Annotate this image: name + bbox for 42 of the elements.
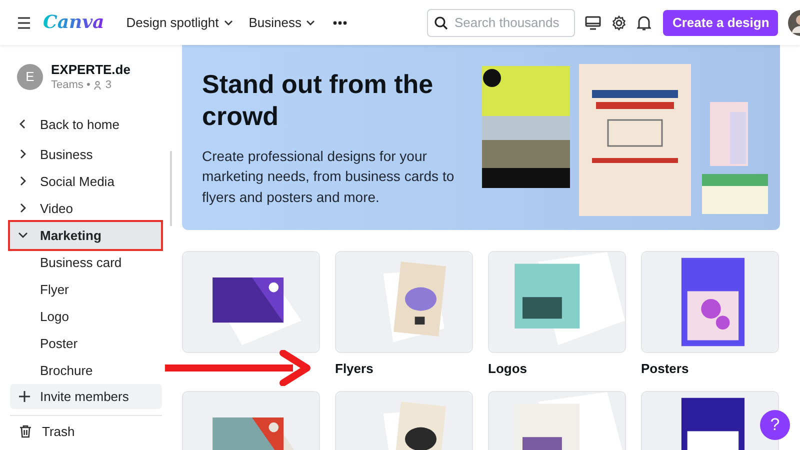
sidebar-item[interactable]: Logo (10, 303, 161, 330)
hero-text: Create professional designs for your marketing needs, from business cards to flyers and posters and more. (202, 146, 456, 207)
chevron-right-icon (18, 149, 28, 159)
sidebar-item[interactable]: Business (10, 141, 161, 168)
chevron-right-icon (18, 176, 28, 186)
invite-members-button[interactable]: Invite members (10, 384, 162, 409)
category-label[interactable]: Posters (641, 361, 779, 376)
sidebar-item[interactable]: Back to home (10, 111, 161, 138)
settings-icon[interactable] (611, 14, 628, 30)
chevron-down-icon (18, 230, 28, 240)
search-field[interactable]: Search thousands (427, 8, 576, 36)
monitor-icon[interactable] (585, 16, 602, 30)
search-icon (434, 16, 448, 30)
sidebar-item[interactable]: Social Media (10, 168, 161, 195)
chevron-right-icon (18, 203, 28, 213)
sidebar-item[interactable]: Marketing (10, 222, 161, 249)
nav-menu[interactable]: Business (248, 15, 316, 30)
team-avatar: E (17, 64, 43, 90)
category-label[interactable]: Flyers (335, 361, 473, 376)
plus-icon (19, 391, 30, 402)
person-icon (94, 80, 102, 90)
chevron-left-icon (18, 119, 28, 129)
team-name: EXPERTE.de (51, 62, 130, 77)
sidebar-item[interactable]: Video (10, 195, 161, 222)
more-icon[interactable] (333, 20, 348, 24)
hero-title: Stand out from the crowd (202, 68, 434, 132)
nav-menu[interactable]: Design spotlight (126, 15, 233, 30)
category-label[interactable]: Logos (488, 361, 626, 376)
help-button[interactable]: ? (760, 410, 790, 440)
menu-icon[interactable] (17, 16, 31, 28)
sidebar-item[interactable]: Flyer (10, 276, 161, 303)
bell-icon[interactable] (637, 14, 652, 30)
trash-link[interactable]: Trash (10, 416, 170, 446)
sidebar-item[interactable]: Brochure (10, 357, 161, 384)
sidebar-item[interactable]: Business card (10, 249, 161, 276)
trash-icon (20, 424, 31, 438)
team-plan: Teams • (51, 79, 90, 91)
member-count: 3 (105, 79, 112, 91)
sidebar-item[interactable]: Poster (10, 330, 161, 357)
chevron-down-icon (224, 20, 233, 26)
create-design-button[interactable]: Create a design (663, 10, 778, 36)
chevron-down-icon (306, 20, 316, 26)
